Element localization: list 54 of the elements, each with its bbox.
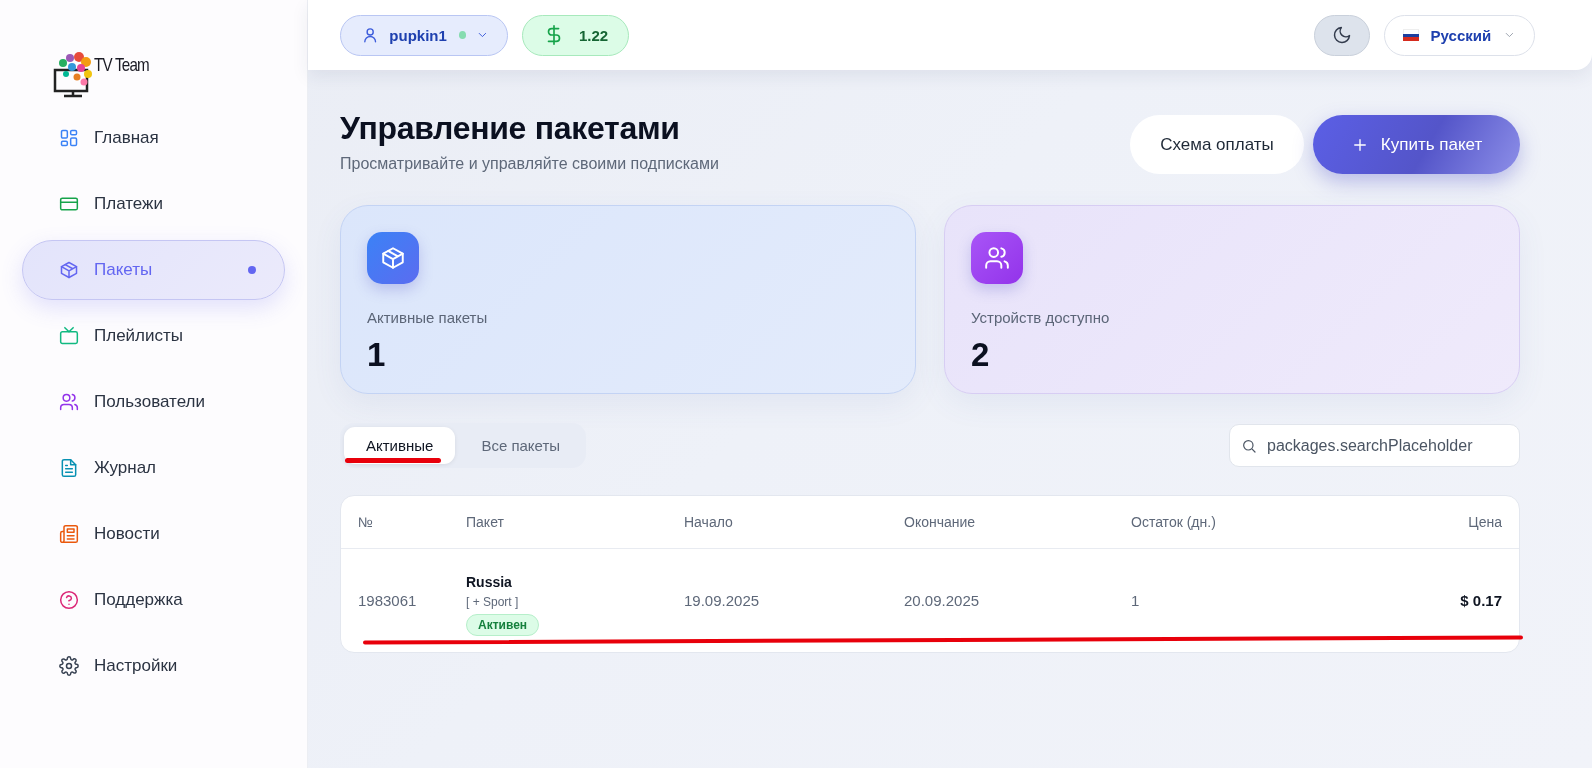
users-icon [59, 392, 79, 412]
dashboard-icon [59, 128, 79, 148]
balance-badge: 1.22 [522, 14, 630, 56]
column-header: № [358, 514, 375, 530]
table-cell-text: 20.09.2025 [904, 592, 981, 609]
status-badge: Активен [466, 613, 540, 636]
theme-toggle-button[interactable] [1314, 14, 1370, 56]
stat-label: Активные пакеты [367, 309, 489, 326]
search-field[interactable]: packages.searchPlaceholder [1229, 424, 1520, 467]
table-cell-text: 1983061 [358, 592, 418, 609]
flag-icon [1403, 29, 1419, 41]
credit-card-icon [59, 194, 79, 214]
page-subtitle: Просматривайте и управляйте своими подписками [340, 155, 720, 173]
logo-text: TV Team [94, 54, 149, 76]
table-cell-text: 1 [1131, 592, 1141, 609]
help-icon [59, 590, 79, 610]
stat-label: Устройств доступно [971, 309, 1111, 326]
sidebar-item[interactable]: Журнал [22, 438, 285, 498]
settings-icon [59, 656, 79, 676]
sidebar-item[interactable]: Новости [22, 504, 285, 564]
active-dot [248, 266, 256, 274]
filter-tab[interactable]: Активные [344, 427, 456, 464]
sidebar-item[interactable]: Пользователи [22, 372, 285, 432]
stat-value: 1 [367, 336, 387, 374]
search-icon [1241, 438, 1257, 454]
column-header: Начало [684, 514, 734, 530]
price-cell-text: $ 0.17 [1459, 592, 1502, 609]
column-header: Остаток (дн.) [1131, 514, 1217, 530]
filter-tab[interactable]: Все пакеты [459, 427, 583, 464]
user-menu-button[interactable]: pupkin1 [340, 14, 508, 56]
sidebar-item[interactable]: Плейлисты [22, 306, 285, 366]
payment-scheme-button[interactable]: Схема оплаты [1130, 115, 1304, 174]
users-icon [984, 245, 1010, 271]
sidebar-item[interactable]: Платежи [22, 174, 285, 234]
moon-icon [1332, 25, 1352, 45]
tv-icon [59, 326, 79, 346]
document-icon [59, 458, 79, 478]
stat-value: 2 [971, 336, 991, 374]
package-name: Russia [466, 573, 512, 590]
package-extras: [ + Sport ] [466, 594, 519, 609]
language-select[interactable]: Русский [1384, 14, 1535, 56]
sidebar-item[interactable]: Пакеты [22, 240, 285, 300]
package-icon [59, 260, 79, 280]
buy-package-button[interactable]: Купить пакет [1313, 115, 1520, 174]
column-header: Окончание [904, 514, 977, 530]
page-title: Управление пакетами [340, 110, 681, 147]
column-header: Цена [1467, 514, 1502, 530]
newspaper-icon [59, 524, 79, 544]
sidebar-item[interactable]: Настройки [22, 636, 285, 696]
table-cell-text: 19.09.2025 [684, 592, 761, 609]
sidebar-item[interactable]: Главная [22, 108, 285, 168]
column-header: Пакет [466, 514, 505, 530]
package-icon [380, 245, 406, 271]
sidebar-item[interactable]: Поддержка [22, 570, 285, 630]
